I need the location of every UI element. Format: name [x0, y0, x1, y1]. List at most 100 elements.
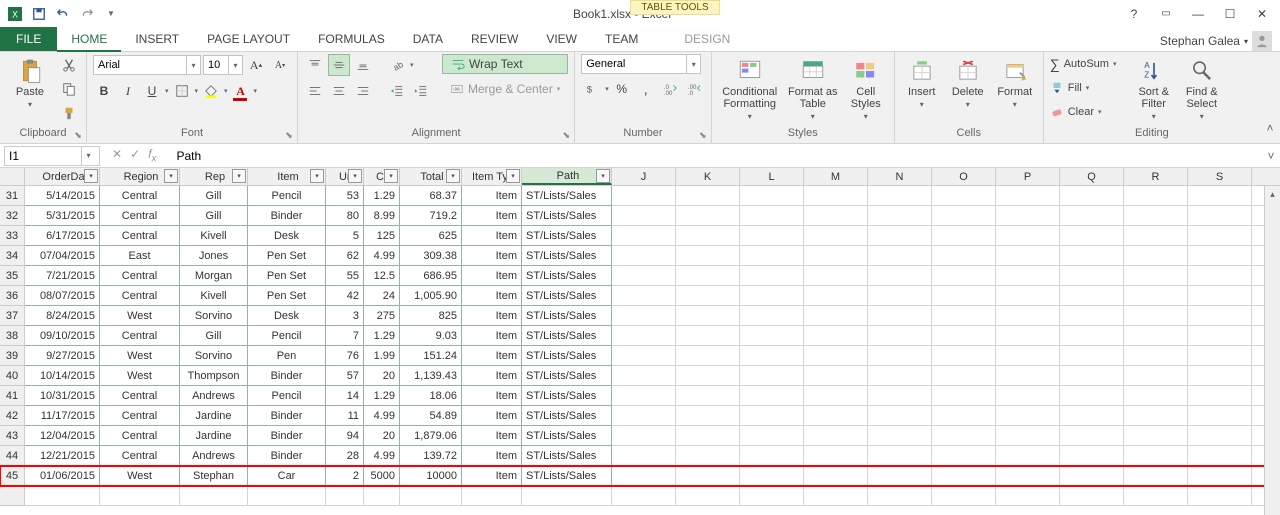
cell[interactable] [740, 326, 804, 346]
number-format-combo[interactable]: ▾ [581, 54, 701, 74]
row-header[interactable]: 34 [0, 246, 25, 266]
cell[interactable] [1124, 486, 1188, 506]
cell[interactable] [740, 306, 804, 326]
cell[interactable]: ST/Lists/Sales [522, 206, 612, 226]
cell[interactable] [612, 446, 676, 466]
cell[interactable]: Item [462, 326, 522, 346]
cell[interactable]: Central [100, 426, 180, 446]
cell[interactable]: ST/Lists/Sales [522, 306, 612, 326]
column-header[interactable]: N [868, 168, 932, 185]
cell[interactable]: Kivell [180, 226, 248, 246]
cell[interactable] [868, 266, 932, 286]
cell[interactable] [612, 386, 676, 406]
cell[interactable] [676, 226, 740, 246]
row-header[interactable]: 36 [0, 286, 25, 306]
comma-icon[interactable]: , [635, 78, 657, 100]
cell[interactable]: Binder [248, 406, 326, 426]
cell[interactable] [804, 466, 868, 486]
cell[interactable]: Item [462, 266, 522, 286]
cell[interactable]: 6/17/2015 [25, 226, 100, 246]
expand-formula-bar-icon[interactable]: ˅ [1262, 149, 1280, 163]
cell[interactable]: 1,139.43 [400, 366, 462, 386]
cell[interactable]: ST/Lists/Sales [522, 266, 612, 286]
cell[interactable] [740, 386, 804, 406]
insert-cells-button[interactable]: Insert▾ [901, 54, 943, 109]
cell[interactable]: 5 [326, 226, 364, 246]
cell[interactable] [740, 366, 804, 386]
cell[interactable] [932, 386, 996, 406]
row-header[interactable]: 32 [0, 206, 25, 226]
cell[interactable] [612, 286, 676, 306]
cell[interactable]: 825 [400, 306, 462, 326]
wrap-text-button[interactable]: Wrap Text [442, 54, 568, 74]
column-header[interactable]: OrderDa▾ [25, 168, 100, 185]
bold-button[interactable]: B [93, 80, 115, 102]
cell[interactable] [1060, 426, 1124, 446]
cell[interactable]: 1,005.90 [400, 286, 462, 306]
cut-icon[interactable] [58, 54, 80, 76]
conditional-formatting-button[interactable]: Conditional Formatting▾ [718, 54, 782, 121]
cell[interactable]: Sorvino [180, 346, 248, 366]
name-box[interactable]: ▾ [4, 146, 100, 166]
cell[interactable]: Pen [248, 346, 326, 366]
cell[interactable]: 09/10/2015 [25, 326, 100, 346]
decrease-font-icon[interactable]: A▾ [269, 54, 291, 76]
cell[interactable]: 55 [326, 266, 364, 286]
cell[interactable]: ST/Lists/Sales [522, 286, 612, 306]
cell[interactable] [932, 226, 996, 246]
paste-button[interactable]: Paste ▾ [6, 54, 54, 109]
cell[interactable]: Item [462, 186, 522, 206]
cell[interactable]: 275 [364, 306, 400, 326]
cell[interactable] [804, 346, 868, 366]
cell[interactable]: Item [462, 406, 522, 426]
cell[interactable] [996, 466, 1060, 486]
cell[interactable] [676, 446, 740, 466]
chevron-down-icon[interactable]: ▾ [228, 56, 242, 74]
cell[interactable] [1060, 306, 1124, 326]
cell[interactable]: Stephan [180, 466, 248, 486]
cell[interactable] [804, 286, 868, 306]
column-header[interactable]: O [932, 168, 996, 185]
cell[interactable] [804, 186, 868, 206]
cell[interactable] [932, 426, 996, 446]
cell[interactable] [868, 306, 932, 326]
cell[interactable] [1124, 266, 1188, 286]
cell[interactable]: 14 [326, 386, 364, 406]
cell[interactable]: 10000 [400, 466, 462, 486]
home-tab[interactable]: HOME [57, 27, 121, 51]
cell[interactable]: 2 [326, 466, 364, 486]
row-header[interactable]: 33 [0, 226, 25, 246]
borders-icon[interactable] [171, 80, 193, 102]
chevron-down-icon[interactable]: ▾ [686, 55, 700, 73]
column-header[interactable]: Rep▾ [180, 168, 248, 185]
font-dialog-launcher-icon[interactable]: ⬊ [283, 129, 295, 141]
cell[interactable] [804, 446, 868, 466]
cell[interactable] [932, 346, 996, 366]
cell[interactable] [1124, 406, 1188, 426]
cell[interactable] [932, 326, 996, 346]
cell[interactable] [804, 426, 868, 446]
cell[interactable] [612, 406, 676, 426]
cell[interactable]: 5/14/2015 [25, 186, 100, 206]
cell[interactable] [1124, 186, 1188, 206]
cell[interactable] [804, 266, 868, 286]
cell[interactable]: 1.29 [364, 326, 400, 346]
cell[interactable] [1124, 346, 1188, 366]
row-header[interactable]: 31 [0, 186, 25, 206]
cell[interactable] [676, 406, 740, 426]
cell[interactable] [1124, 446, 1188, 466]
cell[interactable] [804, 486, 868, 506]
page-layout-tab[interactable]: PAGE LAYOUT [193, 27, 304, 51]
review-tab[interactable]: REVIEW [457, 27, 532, 51]
cell[interactable] [1060, 406, 1124, 426]
qat-customize-icon[interactable]: ▼ [100, 3, 122, 25]
column-header[interactable]: R [1124, 168, 1188, 185]
cell[interactable]: 28 [326, 446, 364, 466]
filter-dropdown-icon[interactable]: ▾ [310, 169, 324, 183]
fill-button[interactable]: Fill▾ [1050, 78, 1128, 98]
column-header[interactable]: Total▾ [400, 168, 462, 185]
cell[interactable] [676, 246, 740, 266]
copy-icon[interactable] [58, 78, 80, 100]
cell[interactable]: 719.2 [400, 206, 462, 226]
cell[interactable]: Andrews [180, 446, 248, 466]
